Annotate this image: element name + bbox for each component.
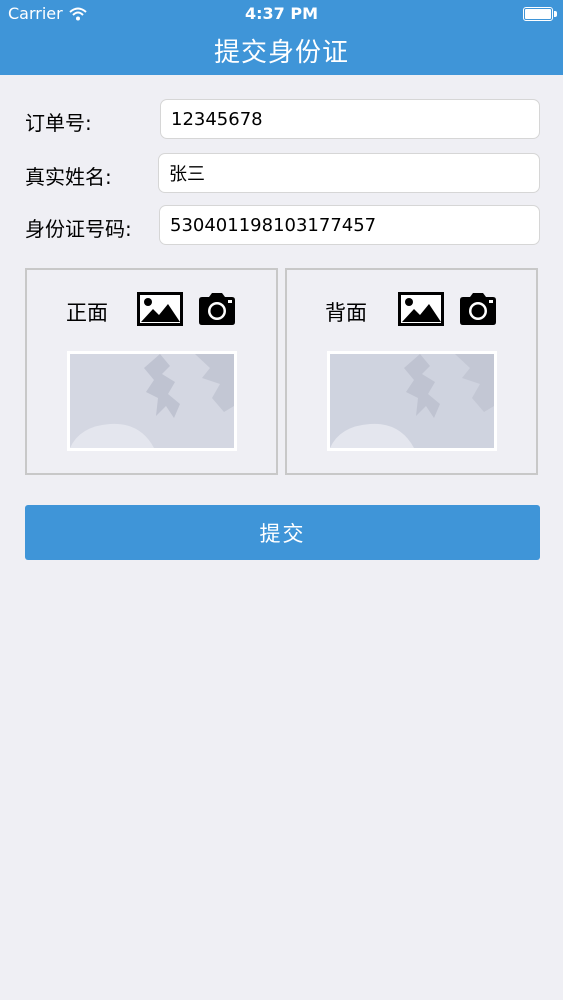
order-number-input[interactable] (160, 99, 540, 139)
front-label: 正面 (66, 301, 108, 325)
battery-level (525, 9, 551, 19)
back-label: 背面 (325, 301, 367, 325)
order-label: 订单号: (25, 111, 92, 135)
id-number-input[interactable] (159, 205, 540, 245)
id-label: 身份证号码: (25, 217, 132, 241)
page-title: 提交身份证 (213, 38, 349, 68)
placeholder-image (330, 354, 494, 448)
name-label: 真实姓名: (25, 165, 112, 189)
front-card: 正面 (25, 268, 278, 475)
battery-icon (523, 7, 557, 21)
id-row: 身份证号码: (25, 205, 540, 247)
back-card: 背面 (285, 268, 538, 475)
camera-icon[interactable] (458, 292, 498, 326)
name-row: 真实姓名: (25, 153, 540, 195)
submit-button[interactable]: 提交 (25, 505, 540, 560)
placeholder-image (70, 354, 234, 448)
status-time: 4:37 PM (244, 4, 318, 23)
front-preview-image[interactable] (67, 351, 237, 451)
real-name-input[interactable] (158, 153, 540, 193)
header-bar: Carrier 4:37 PM 提交身份证 (0, 0, 563, 75)
picture-icon[interactable] (398, 292, 444, 326)
picture-icon[interactable] (137, 292, 183, 326)
camera-icon[interactable] (197, 292, 237, 326)
back-preview-image[interactable] (327, 351, 497, 451)
order-row: 订单号: (25, 99, 540, 141)
status-bar: Carrier 4:37 PM (0, 0, 563, 28)
